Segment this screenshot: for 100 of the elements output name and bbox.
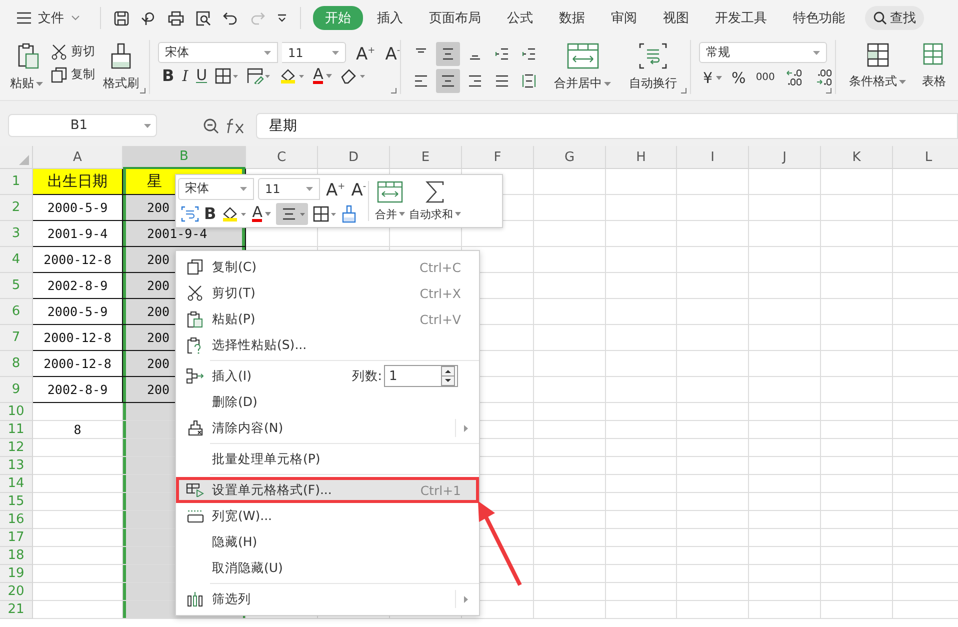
ribbon-tab[interactable]: 公式	[495, 6, 545, 30]
bold-button[interactable]: B	[204, 206, 216, 222]
dialog-launcher-icon[interactable]	[826, 88, 832, 94]
name-box[interactable]: B1	[8, 114, 157, 137]
increase-font-button[interactable]: A$^{+}$	[356, 42, 376, 62]
menu-item-label: 筛选列	[212, 590, 251, 608]
merge-cells-icon	[566, 42, 600, 70]
dialog-launcher-icon[interactable]	[391, 88, 397, 94]
menu-icon[interactable]	[16, 12, 32, 24]
paint-brush-icon[interactable]	[342, 204, 356, 222]
print-preview-icon[interactable]	[196, 10, 211, 26]
dialog-launcher-icon[interactable]	[681, 88, 687, 94]
undo-icon[interactable]	[223, 11, 238, 25]
thousands-button[interactable]: 000	[756, 70, 775, 86]
caret-icon	[306, 186, 313, 190]
menu-item[interactable]: 清除内容(N)	[176, 415, 479, 441]
merge-cells-icon	[377, 180, 404, 202]
save-icon[interactable]	[114, 10, 129, 26]
merge-center-button[interactable]: 合并居中	[549, 42, 616, 92]
paste-button[interactable]: 粘贴	[8, 42, 45, 92]
copy-button[interactable]: 复制	[51, 66, 95, 83]
loop-arrow-icon[interactable]	[141, 10, 156, 26]
menu-item[interactable]: 隐藏(H)	[176, 529, 479, 555]
menu-item[interactable]: 取消隐藏(U)	[176, 555, 479, 581]
table-style-button[interactable]: 表格	[917, 42, 951, 90]
format-cells-icon	[186, 483, 204, 497]
center-align-icon[interactable]	[436, 69, 460, 93]
caret-icon	[240, 186, 247, 190]
italic-button[interactable]: I	[182, 68, 188, 84]
bold-button[interactable]: B	[162, 68, 174, 84]
caret-icon	[264, 50, 271, 54]
menu-item[interactable]: 列宽(W)...	[176, 503, 479, 529]
zoom-out-icon[interactable]	[203, 118, 219, 134]
fill-color-icon[interactable]	[279, 68, 306, 84]
filter-columns-icon	[187, 591, 203, 607]
decrease-font-button[interactable]: A$^{-}$	[351, 178, 366, 198]
percent-button[interactable]: %	[732, 70, 746, 86]
scissors-icon	[51, 44, 67, 60]
table-cell: 出生日期	[33, 169, 123, 195]
merge-button[interactable]: 合并	[373, 180, 408, 222]
font-color-button[interactable]: A	[252, 205, 272, 222]
ribbon-tab[interactable]: 视图	[651, 6, 701, 30]
column-count-spinner[interactable]: 1	[384, 365, 458, 387]
cut-button[interactable]: 剪切	[51, 43, 95, 60]
ribbon-tab[interactable]: 页面布局	[417, 6, 493, 30]
menu-item-label: 批量处理单元格(P)	[212, 450, 320, 468]
fill-color-icon[interactable]	[221, 206, 248, 222]
font-size-dropdown[interactable]: 11	[282, 42, 346, 63]
insert-cells-icon	[186, 368, 204, 384]
spinner-arrows-icon	[441, 366, 455, 386]
shortcut-label: Ctrl+1	[420, 482, 461, 498]
chevron-icon	[71, 15, 80, 21]
format-painter-button[interactable]: 格式刷	[101, 42, 141, 92]
ribbon-tab[interactable]: 开发工具	[703, 6, 779, 30]
menu-item[interactable]: 批量处理单元格(P)	[176, 446, 479, 472]
shortcut-label: Ctrl+C	[420, 260, 461, 274]
eraser-icon[interactable]	[340, 68, 366, 84]
caret-icon	[813, 50, 820, 54]
cell-style-icon[interactable]	[247, 68, 272, 84]
borders-icon[interactable]	[215, 68, 240, 84]
search-button[interactable]: 查找	[865, 6, 924, 30]
formula-field[interactable]: 星期	[256, 112, 958, 138]
font-name-dropdown[interactable]: 宋体	[178, 178, 254, 200]
conditional-format-button[interactable]: 条件格式	[844, 42, 911, 90]
wrap-text-button[interactable]: 自动换行	[624, 42, 682, 92]
ribbon-tab[interactable]: 审阅	[599, 6, 649, 30]
decrease-font-button[interactable]: A$^{-}$	[385, 42, 400, 62]
currency-button[interactable]: ¥	[703, 70, 722, 86]
wrap-text-icon[interactable]	[181, 206, 199, 222]
ribbon-tab[interactable]: 数据	[547, 6, 597, 30]
menu-item[interactable]: 筛选列	[176, 586, 479, 612]
middle-align-icon[interactable]	[436, 42, 460, 66]
eraser-icon	[186, 420, 204, 436]
copy-icon	[51, 66, 67, 82]
scissors-icon	[187, 285, 203, 301]
column-count-label: 列数:	[352, 368, 382, 384]
increase-font-button[interactable]: A$^{+}$	[326, 178, 346, 198]
menu-item[interactable]: 设置单元格格式(F)... Ctrl+1	[176, 477, 479, 503]
autosum-button[interactable]: 自动求和	[407, 180, 464, 222]
underline-button[interactable]: U	[196, 68, 208, 83]
menu-item-label: 取消隐藏(U)	[212, 560, 283, 576]
paint-brush-icon	[109, 42, 133, 70]
font-name-dropdown[interactable]: 宋体	[158, 42, 278, 63]
font-color-button[interactable]: A	[313, 67, 332, 84]
font-size-dropdown[interactable]: 11	[258, 178, 320, 200]
dialog-launcher-icon[interactable]	[140, 88, 146, 94]
wrap-text-icon	[638, 42, 668, 70]
number-format-dropdown[interactable]: 常规	[699, 42, 827, 63]
caret-icon	[265, 212, 272, 216]
borders-icon[interactable]	[313, 206, 338, 222]
center-align-icon[interactable]	[276, 202, 308, 224]
ribbon-tab[interactable]: 插入	[365, 6, 415, 30]
ribbon-tab[interactable]: 特色功能	[781, 6, 857, 30]
column-width-icon	[186, 509, 204, 523]
search-icon	[873, 11, 887, 25]
caret-icon	[399, 212, 406, 216]
grid-icon	[866, 42, 890, 68]
file-menu[interactable]: 文件	[38, 9, 80, 27]
dropdown-icon[interactable]	[277, 13, 287, 23]
print-icon[interactable]	[168, 10, 184, 26]
